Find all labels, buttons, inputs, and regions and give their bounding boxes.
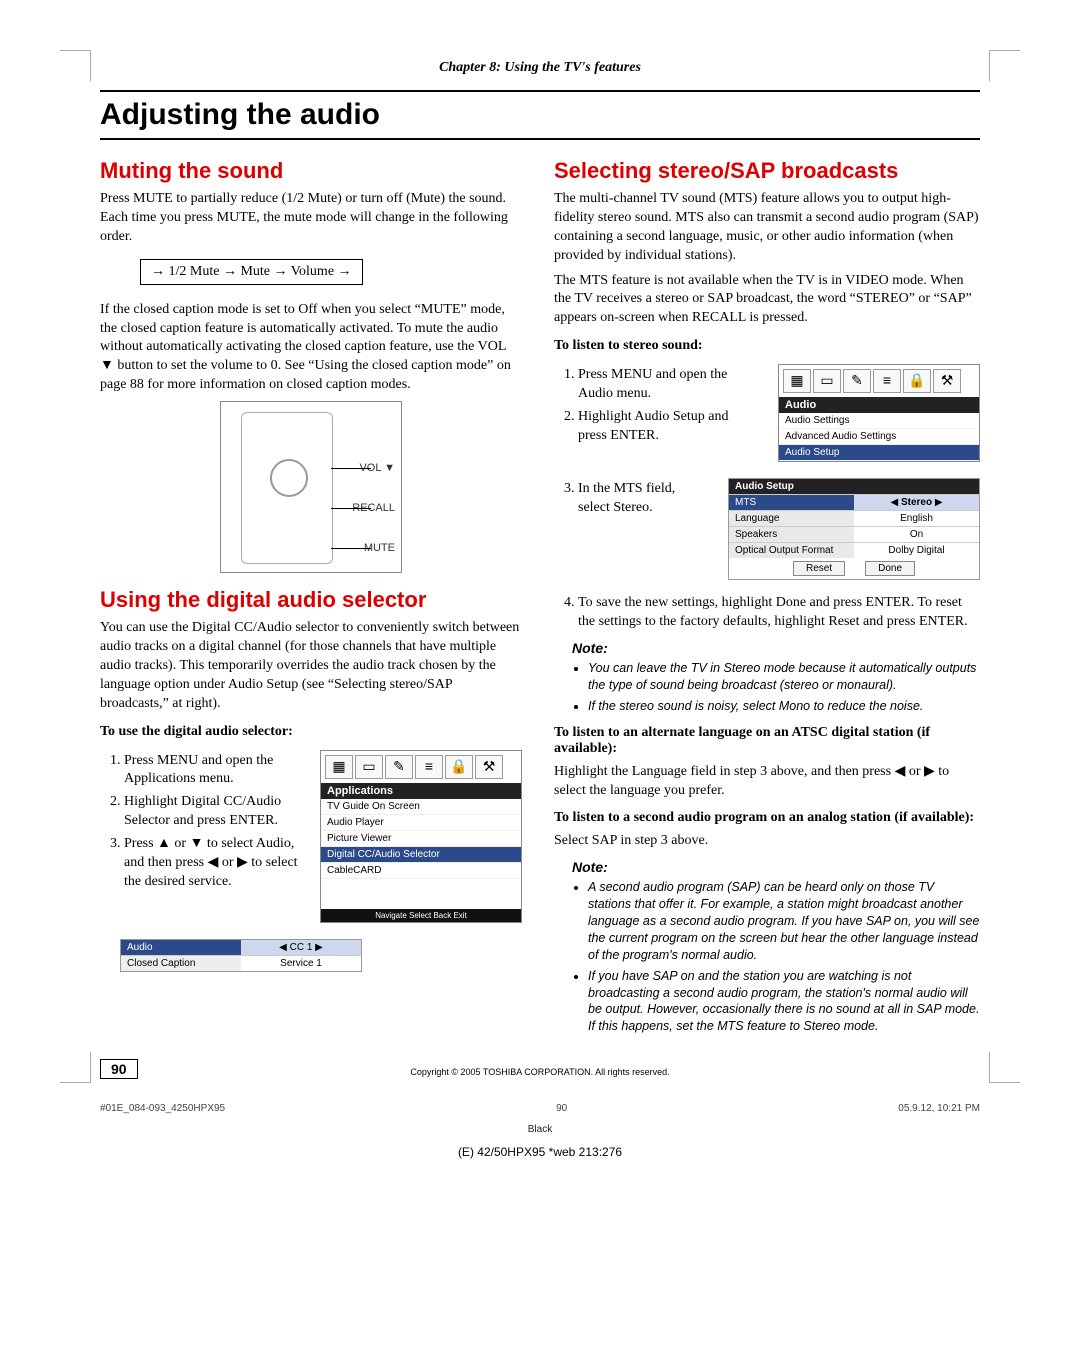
paragraph: Press MUTE to partially reduce (1/2 Mute… [100,190,522,247]
footer-date: 05.9.12, 10:21 PM [898,1103,980,1114]
heading-digital-audio: Using the digital audio selector [100,587,522,613]
note-item: If the stereo sound is noisy, select Mon… [588,698,980,715]
table-cell: Optical Output Format [729,543,854,558]
footer-black: Black [100,1124,980,1135]
menu-header: Applications [321,783,521,799]
footer-model: (E) 42/50HPX95 *web 213:276 [100,1145,980,1159]
table-cell: ◀ CC 1 ▶ [241,940,361,955]
step: Highlight Digital CC/Audio Selector and … [124,793,300,831]
service-table: Audio ◀ CC 1 ▶ Closed Caption Service 1 [120,939,362,972]
table-cell: Language [729,511,854,526]
table-cell: English [854,511,979,526]
procedure-title: To use the digital audio selector: [100,724,522,740]
menu-tab-icon: 🔒 [445,755,473,779]
note-item: A second audio program (SAP) can be hear… [588,879,980,963]
paragraph: Highlight the Language field in step 3 a… [554,763,980,801]
step: Highlight Audio Setup and press ENTER. [578,408,758,446]
step: Press MENU and open the Audio menu. [578,366,758,404]
menu-tab-icon: ✎ [385,755,413,779]
menu-item: Advanced Audio Settings [779,429,979,445]
audio-setup-table: Audio Setup MTS ◀ Stereo ▶ LanguageEngli… [728,478,980,580]
copyright: Copyright © 2005 TOSHIBA CORPORATION. Al… [100,1067,980,1077]
chapter-header: Chapter 8: Using the TV's features [100,60,980,76]
menu-tab-icon: ✎ [843,369,871,393]
table-cell: MTS [729,495,854,510]
note-item: You can leave the TV in Stereo mode beca… [588,660,980,694]
step: In the MTS field, select Stereo. [578,480,708,518]
procedure-title: To listen to an alternate language on an… [554,725,980,757]
table-cell: Dolby Digital [854,543,979,558]
menu-header: Audio [779,397,979,413]
paragraph: Select SAP in step 3 above. [554,832,980,851]
note-label: Note: [572,640,980,656]
mute-cycle-diagram: → 1/2 Mute → Mute → Volume → [140,259,363,285]
menu-tab-icon: 🔒 [903,369,931,393]
table-header: Audio Setup [729,479,979,494]
table-cell: Closed Caption [121,956,241,971]
menu-item: Audio Settings [779,413,979,429]
note-item: If you have SAP on and the station you a… [588,968,980,1036]
paragraph: If the closed caption mode is set to Off… [100,301,522,395]
step: Press MENU and open the Applications men… [124,752,300,790]
menu-tab-icon: ⚒ [475,755,503,779]
paragraph: The MTS feature is not available when th… [554,272,980,329]
table-cell: Speakers [729,527,854,542]
table-cell: Audio [121,940,241,955]
step: To save the new settings, highlight Done… [578,594,980,632]
menu-item: Audio Player [321,815,521,831]
remote-figure: VOL ▼ RECALL MUTE [220,401,402,573]
menu-tab-icon: ▭ [355,755,383,779]
procedure-title: To listen to a second audio program on a… [554,810,980,826]
menu-tab-icon: ⚒ [933,369,961,393]
reset-button: Reset [793,561,845,576]
paragraph: The multi-channel TV sound (MTS) feature… [554,190,980,266]
menu-tab-icon: ▭ [813,369,841,393]
page-title: Adjusting the audio [100,90,980,140]
procedure-title: To listen to stereo sound: [554,338,980,354]
menu-item: Picture Viewer [321,831,521,847]
heading-stereo-sap: Selecting stereo/SAP broadcasts [554,158,980,184]
menu-hintbar: Navigate Select Back Exit [321,909,521,922]
menu-tab-icon: ≡ [873,369,901,393]
menu-item: TV Guide On Screen [321,799,521,815]
step: Press ▲ or ▼ to select Audio, and then p… [124,835,300,892]
menu-tab-icon: ▦ [325,755,353,779]
menu-item-selected: Digital CC/Audio Selector [321,847,521,863]
menu-tab-icon: ▦ [783,369,811,393]
heading-muting: Muting the sound [100,158,522,184]
footer-page: 90 [556,1103,567,1114]
footer-file: #01E_084-093_4250HPX95 [100,1103,225,1114]
table-cell: On [854,527,979,542]
menu-item-selected: Audio Setup [779,445,979,461]
paragraph: You can use the Digital CC/Audio selecto… [100,619,522,713]
done-button: Done [865,561,915,576]
menu-item: CableCARD [321,863,521,879]
menu-tab-icon: ≡ [415,755,443,779]
table-cell: Service 1 [241,956,361,971]
note-label: Note: [572,859,980,875]
table-cell: ◀ Stereo ▶ [854,495,979,510]
